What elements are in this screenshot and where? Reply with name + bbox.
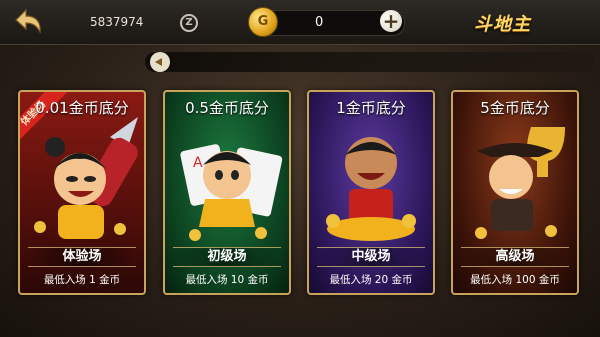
user-id: 5837974: [90, 15, 144, 29]
room-min-entry: 最低入场 1 金币: [43, 274, 121, 286]
coin-amount: 0: [315, 15, 324, 30]
room-min-entry: 最低入场 10 金币: [185, 274, 269, 286]
room-name: 体验场: [28, 247, 136, 267]
character-illustration-icon: [475, 127, 565, 239]
room-min-entry: 最低入场 20 金币: [329, 274, 413, 286]
room-base-score: 1金币底分: [336, 99, 406, 117]
character-illustration-icon: A: [180, 144, 283, 241]
id-icon: Z: [180, 14, 198, 32]
room-min-entry: 最低入场 100 金币: [470, 274, 560, 286]
room-name: 初级场: [173, 247, 281, 267]
room-card-trial[interactable]: 体验场 0.01金币底分 体验场 最低入场 1 金币: [18, 90, 146, 295]
room-name: 高级场: [461, 247, 569, 267]
room-card-intermediate[interactable]: 1金币底分 中级场 最低入场 20 金币: [307, 90, 435, 295]
room-card-beginner[interactable]: 0.5金币底分 A 初级场 最低入场 10 金币: [163, 90, 291, 295]
room-name: 中级场: [317, 247, 425, 267]
character-illustration-icon: [34, 117, 138, 239]
character-illustration-icon: [326, 137, 416, 241]
notice-bar: [145, 52, 595, 72]
room-card-advanced[interactable]: 5金币底分 高级场 最低入场 100 金币: [451, 90, 579, 295]
back-arrow-icon[interactable]: [10, 4, 46, 40]
svg-text:A: A: [193, 155, 203, 171]
add-coins-button[interactable]: +: [380, 10, 402, 32]
speaker-icon: [150, 52, 170, 72]
room-base-score: 0.5金币底分: [185, 99, 269, 117]
room-base-score: 5金币底分: [480, 99, 550, 117]
room-base-score: 0.01金币底分: [35, 99, 129, 117]
coin-icon: G: [248, 7, 278, 37]
top-bar: 5837974 Z G 0 + 斗地主: [0, 0, 600, 45]
game-title: 斗地主: [474, 14, 531, 35]
